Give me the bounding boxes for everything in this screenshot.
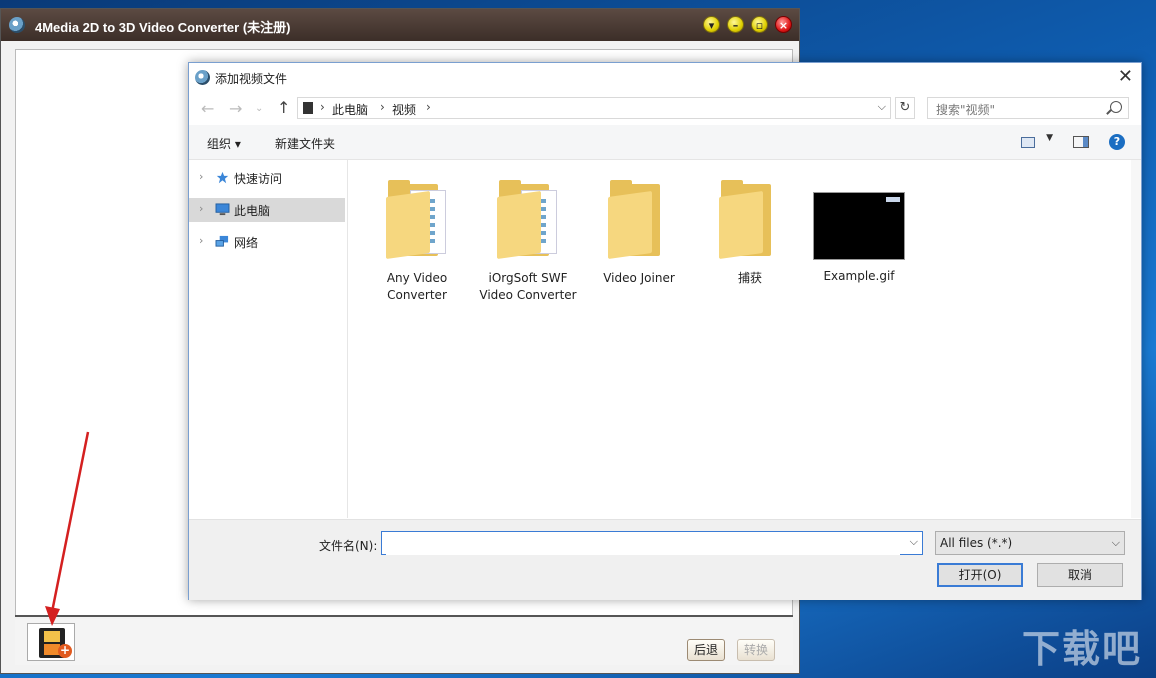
filename-dropdown-icon[interactable]: ⌵	[910, 535, 918, 549]
file-view: Any Video Converter iOrgSoft SWF Video C…	[349, 160, 1129, 518]
file-item-example-gif[interactable]: Example.gif	[809, 192, 909, 285]
file-type-value: All files (*.*)	[940, 536, 1013, 550]
up-arrow-icon[interactable]: ↑	[277, 98, 290, 117]
address-bar[interactable]: › 此电脑 › 视频 › ⌵	[297, 97, 891, 119]
file-item-video-joiner[interactable]: Video Joiner	[589, 178, 689, 287]
network-icon	[215, 235, 229, 247]
chevron-down-icon: ⌵	[1111, 536, 1120, 549]
expand-chevron-icon[interactable]: ›	[199, 170, 203, 183]
breadcrumb-this-pc[interactable]: 此电脑	[332, 101, 368, 118]
filename-label: 文件名(N):	[319, 539, 378, 553]
nav-item-this-pc[interactable]: › 此电脑	[189, 198, 345, 222]
open-button[interactable]: 打开(O)	[937, 563, 1023, 587]
file-type-select[interactable]: All files (*.*) ⌵	[935, 531, 1125, 555]
preview-pane-icon[interactable]	[1073, 136, 1089, 148]
nav-label: 网络	[234, 236, 259, 250]
dialog-app-icon	[195, 70, 210, 85]
folder-icon	[719, 178, 781, 260]
dialog-title-bar[interactable]: 添加视频文件 ✕	[189, 63, 1141, 93]
expand-chevron-icon[interactable]: ›	[199, 234, 203, 247]
nav-label: 此电脑	[234, 204, 271, 218]
vertical-scrollbar[interactable]	[1131, 160, 1141, 518]
filename-input[interactable]	[386, 533, 900, 555]
new-folder-button[interactable]: 新建文件夹	[275, 135, 335, 152]
help-icon[interactable]: ?	[1109, 134, 1125, 150]
gif-thumbnail-icon	[813, 192, 905, 260]
organize-menu[interactable]: 组织 ▾	[207, 135, 241, 152]
breadcrumb-videos[interactable]: 视频	[392, 101, 416, 118]
dialog-toolbar: 组织 ▾ 新建文件夹 ▼ ?	[189, 125, 1141, 160]
add-video-file-dialog: 添加视频文件 ✕ ← → ⌄ ↑ › 此电脑 › 视频 › ⌵ ↻ 搜索"视频"…	[188, 62, 1142, 600]
breadcrumb-separator: ›	[426, 100, 431, 114]
dialog-close-icon[interactable]: ✕	[1118, 66, 1133, 87]
view-dropdown-icon[interactable]: ▼	[1046, 133, 1053, 143]
file-item-iorgsoft-swf-video-converter[interactable]: iOrgSoft SWF Video Converter	[478, 178, 578, 304]
expand-chevron-icon[interactable]: ›	[199, 202, 203, 215]
nav-item-quick-access[interactable]: › 快速访问	[189, 166, 345, 190]
dialog-title: 添加视频文件	[215, 72, 288, 86]
file-item-any-video-converter[interactable]: Any Video Converter	[367, 178, 467, 304]
search-icon	[1110, 101, 1122, 113]
breadcrumb-separator: ›	[320, 100, 325, 114]
nav-label: 快速访问	[234, 172, 283, 186]
forward-arrow-icon[interactable]: →	[229, 99, 242, 118]
cancel-button[interactable]: 取消	[1037, 563, 1123, 587]
file-name: Example.gif	[823, 269, 895, 283]
address-dropdown-icon[interactable]: ⌵	[878, 100, 886, 114]
file-name: Any Video Converter	[386, 271, 448, 302]
folder-icon	[608, 178, 670, 260]
recent-locations-chevron-icon[interactable]: ⌄	[255, 103, 263, 114]
file-item-capture[interactable]: 捕获	[700, 178, 800, 287]
file-name: 捕获	[737, 271, 762, 285]
view-options-icon[interactable]	[1021, 137, 1035, 148]
back-arrow-icon[interactable]: ←	[201, 99, 214, 118]
refresh-icon[interactable]: ↻	[895, 97, 915, 119]
dialog-bottom-panel: 文件名(N): ⌵ All files (*.*) ⌵ 打开(O) 取消	[189, 519, 1141, 600]
folder-icon	[497, 178, 559, 260]
file-name: iOrgSoft SWF Video Converter	[479, 271, 577, 302]
search-box[interactable]: 搜索"视频"	[927, 97, 1129, 119]
file-name: Video Joiner	[603, 271, 675, 285]
filename-field[interactable]: ⌵	[381, 531, 923, 555]
folder-icon	[386, 178, 448, 260]
breadcrumb-separator: ›	[380, 100, 385, 114]
quick-access-star-icon	[216, 171, 229, 184]
nav-item-network[interactable]: › 网络	[189, 230, 345, 254]
search-placeholder: 搜索"视频"	[936, 103, 996, 117]
this-pc-icon	[215, 203, 230, 216]
navigation-pane: › 快速访问 › 此电脑 › 网络	[189, 160, 348, 518]
video-library-icon	[303, 102, 313, 114]
site-watermark: 下载吧	[1022, 627, 1143, 671]
